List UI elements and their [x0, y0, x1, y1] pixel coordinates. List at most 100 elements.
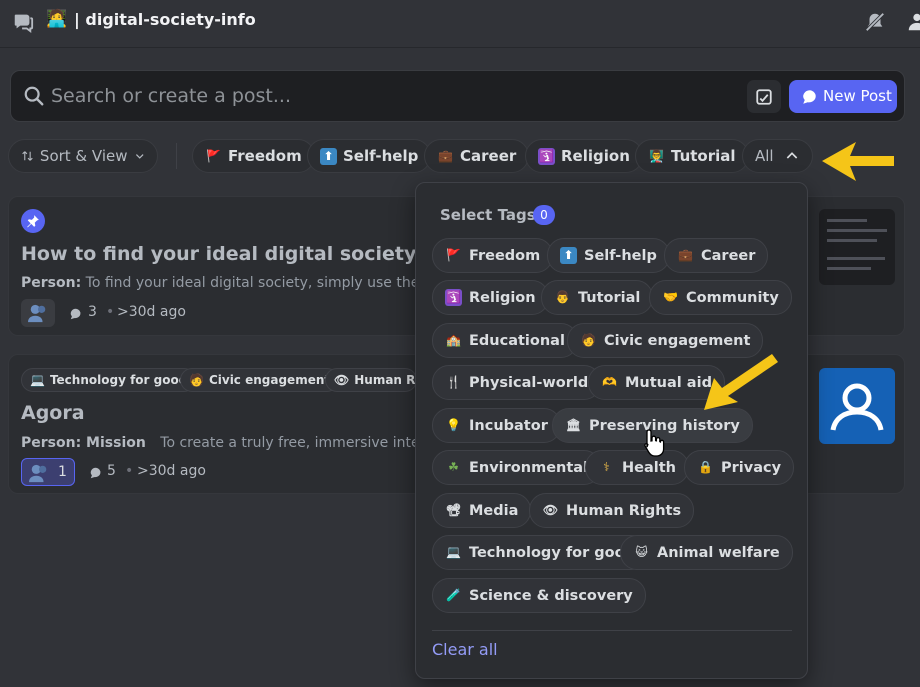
media-icon	[756, 89, 772, 105]
post-author: Person:	[21, 275, 82, 291]
tag-option-technology-for-good[interactable]: 💻 Technology for good	[432, 535, 648, 570]
person-icon: 🧑	[189, 373, 204, 387]
popover-divider	[432, 630, 792, 631]
tag-option-self-help[interactable]: ⬆ Self-help	[547, 238, 670, 273]
tag-option-label: Environmental	[469, 459, 589, 476]
tag-option-media[interactable]: 📽 Media	[432, 493, 532, 528]
channel-header: 🧑‍💻 | digital-society-info	[0, 0, 920, 48]
teacher-icon: 👨	[555, 290, 570, 304]
up-arrow-icon: ⬆	[560, 247, 577, 264]
test-tube-icon: 🧪	[446, 588, 461, 602]
tag-option-career[interactable]: 💼 Career	[664, 238, 769, 273]
post-preview-text: To find your ideal digital society, simp…	[85, 275, 465, 291]
school-icon: 🏫	[446, 333, 461, 347]
tag-option-label: Freedom	[469, 247, 541, 264]
heart-hands-icon: 🫶	[602, 375, 617, 389]
post-thumbnail[interactable]	[819, 368, 895, 444]
filter-tag-label: Freedom	[228, 147, 302, 165]
all-tags-label: All	[755, 147, 774, 165]
flag-icon: 🚩	[446, 248, 461, 262]
post-title[interactable]: How to find your ideal digital society	[21, 243, 416, 265]
member-list-icon[interactable]	[906, 11, 920, 33]
laptop-icon: 💻	[30, 373, 45, 387]
filter-tag-career[interactable]: 💼 Career	[424, 139, 530, 173]
tag-option-freedom[interactable]: 🚩 Freedom	[432, 238, 554, 273]
tag-option-label: Privacy	[721, 459, 782, 476]
filter-tag-label: Religion	[561, 147, 630, 165]
post-author: Person: Mission	[21, 435, 146, 451]
tag-option-tutorial[interactable]: 👨 Tutorial	[541, 280, 654, 315]
fork-knife-icon: 🍴	[446, 375, 461, 389]
reply-count: 3	[88, 304, 97, 320]
reply-count: 5	[107, 463, 116, 479]
search-input[interactable]: Search or create a post...	[51, 85, 291, 107]
filter-tag-label: Career	[460, 147, 517, 165]
filter-tag-freedom[interactable]: 🚩 Freedom	[192, 139, 315, 173]
tag-option-label: Science & discovery	[469, 587, 633, 604]
post-title[interactable]: Agora	[21, 402, 85, 424]
comment-icon	[70, 308, 81, 320]
flag-icon: 🚩	[206, 148, 221, 163]
worship-icon: 🛐	[538, 147, 555, 165]
tag-option-label: Physical-world	[469, 374, 589, 391]
comment-icon	[90, 467, 101, 479]
users-icon	[28, 304, 46, 323]
laptop-icon: 💻	[446, 545, 461, 559]
annotation-arrow-icon	[822, 142, 894, 181]
clear-all-button[interactable]: Clear all	[432, 640, 498, 659]
tag-option-physical-world[interactable]: 🍴 Physical-world	[432, 365, 602, 400]
tag-option-human-rights[interactable]: 👁 Human Rights	[529, 493, 695, 528]
projector-icon: 📽	[445, 503, 462, 517]
search-icon	[24, 86, 44, 106]
new-post-button[interactable]: New Post	[789, 80, 897, 113]
person-icon: 🧑	[581, 333, 596, 347]
sort-view-button[interactable]: Sort & View	[8, 139, 158, 173]
briefcase-icon: 💼	[438, 148, 453, 163]
filter-tag-label: Self-help	[343, 147, 419, 165]
post-age: >30d ago	[117, 304, 186, 320]
sort-view-label: Sort & View	[39, 147, 128, 165]
search-bar[interactable]: Search or create a post... New Post	[10, 70, 905, 122]
tag-option-label: Career	[701, 247, 756, 264]
tag-option-educational[interactable]: 🏫 Educational	[432, 323, 578, 358]
media-view-button[interactable]	[747, 80, 781, 113]
handshake-icon: 🤝	[663, 290, 678, 304]
tag-option-privacy[interactable]: 🔒 Privacy	[684, 450, 795, 485]
forum-channel-icon	[14, 14, 34, 33]
tag-option-incubator[interactable]: 💡 Incubator	[432, 408, 561, 443]
up-arrow-icon: ⬆	[320, 147, 337, 165]
cat-icon: 😺	[635, 545, 648, 559]
tag-option-animal-welfare[interactable]: 😺 Animal welfare	[620, 535, 793, 570]
post-thumbnail[interactable]	[819, 209, 895, 285]
selected-count-badge: 0	[533, 205, 555, 225]
meta-separator: •	[106, 304, 115, 320]
sort-icon	[22, 151, 33, 161]
filter-tag-religion[interactable]: 🛐 Religion	[525, 139, 643, 173]
lightbulb-icon: 💡	[446, 418, 461, 432]
tag-option-label: Religion	[469, 289, 536, 306]
filter-tag-self-help[interactable]: ⬆ Self-help	[307, 139, 432, 173]
post-tag: 👁 Human Righ	[325, 368, 417, 392]
participants-badge[interactable]: 1	[21, 458, 75, 486]
eye-icon: 👁	[334, 373, 350, 387]
pinned-badge	[21, 209, 45, 233]
meta-separator: •	[125, 463, 134, 479]
tag-option-health[interactable]: ⚕ Health	[585, 450, 689, 485]
post-age: >30d ago	[137, 463, 206, 479]
tag-option-science-discovery[interactable]: 🧪 Science & discovery	[432, 578, 646, 613]
eye-icon: 👁	[542, 503, 559, 517]
tag-option-religion[interactable]: 🛐 Religion	[432, 280, 549, 315]
tag-option-environmental[interactable]: ☘ Environmental	[432, 450, 602, 485]
post-tag-label: Civic engagement	[208, 373, 331, 387]
tag-option-label: Civic engagement	[604, 332, 751, 349]
chevron-up-icon	[786, 152, 797, 159]
all-tags-toggle[interactable]: All	[742, 139, 813, 173]
users-icon	[29, 464, 47, 483]
shamrock-icon: ☘	[448, 460, 459, 474]
select-tags-heading: Select Tags	[440, 206, 536, 224]
filter-tag-tutorial[interactable]: 👨‍🏫 Tutorial	[635, 139, 749, 173]
tag-option-label: Mutual aid	[625, 374, 712, 391]
post-tag-label: Technology for good	[49, 373, 188, 387]
notification-mute-icon[interactable]	[864, 11, 886, 33]
tag-option-community[interactable]: 🤝 Community	[649, 280, 792, 315]
